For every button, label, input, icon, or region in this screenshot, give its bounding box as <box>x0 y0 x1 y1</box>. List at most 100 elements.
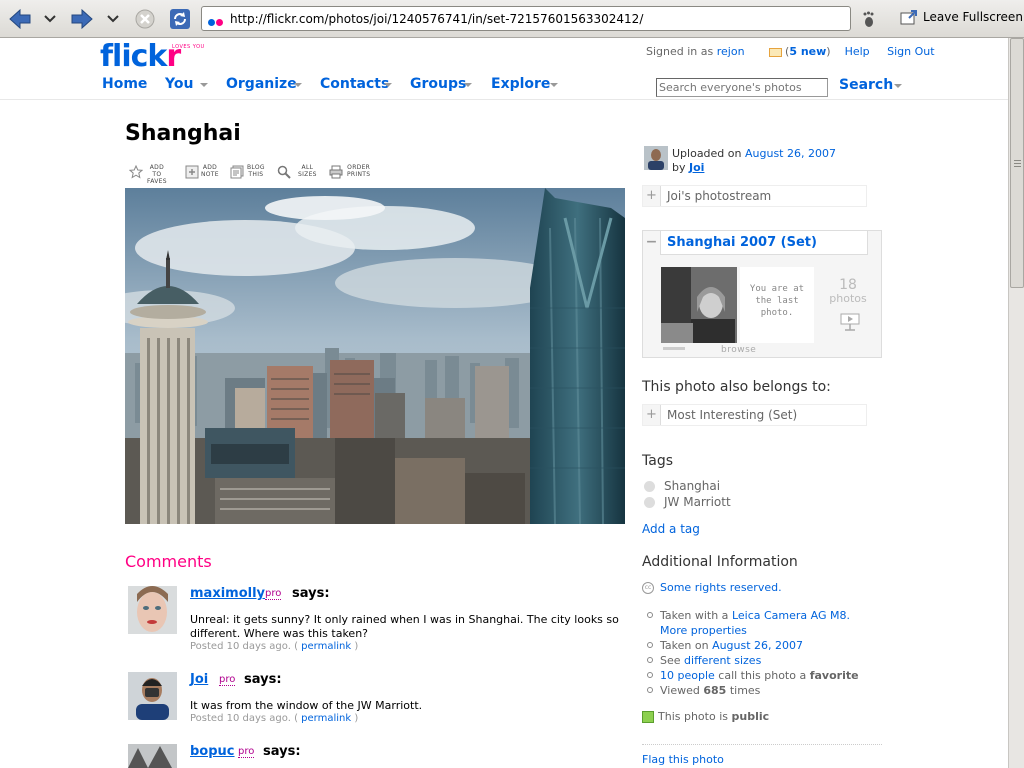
search-input[interactable] <box>656 78 828 97</box>
comment-text-line: different. Where was this taken? <box>190 627 369 640</box>
nav-explore[interactable]: Explore <box>491 76 550 92</box>
flickr-favicon-icon <box>208 15 224 29</box>
search-button[interactable]: Search <box>839 77 893 93</box>
set-context: − Shanghai 2007 (Set) You are at the las… <box>642 230 882 358</box>
browse-link[interactable]: browse <box>721 345 756 355</box>
nav-contacts-dropdown-icon[interactable] <box>384 83 392 87</box>
says-label: says: <box>244 672 282 687</box>
upload-date-link[interactable]: August 26, 2007 <box>745 147 836 160</box>
blog-icon[interactable] <box>230 165 244 179</box>
owner-link[interactable]: Joi <box>689 161 704 174</box>
favorite-people-link[interactable]: 10 people <box>660 669 715 682</box>
url-bar[interactable]: http://flickr.com/photos/joi/1240576741/… <box>201 6 851 31</box>
set-title-link[interactable]: Shanghai 2007 (Set) <box>667 235 817 250</box>
extension-foot-icon[interactable] <box>857 7 881 31</box>
nav-organize[interactable]: Organize <box>226 76 297 92</box>
sign-out-link[interactable]: Sign Out <box>887 45 934 58</box>
star-icon[interactable] <box>129 165 143 179</box>
leave-fullscreen-button[interactable]: Leave Fullscreen <box>923 10 1023 24</box>
nav-organize-dropdown-icon[interactable] <box>294 83 302 87</box>
camera-row: Taken with a Leica Camera AG M8. <box>647 609 850 622</box>
back-history-dropdown-icon[interactable] <box>38 7 62 31</box>
username-link[interactable]: rejon <box>717 45 745 58</box>
scrollbar-thumb[interactable] <box>1010 38 1024 288</box>
tag-item[interactable]: Shanghai <box>644 479 720 493</box>
views-row: Viewed 685 times <box>647 684 760 697</box>
url-text[interactable]: http://flickr.com/photos/joi/1240576741/… <box>230 12 643 26</box>
search-dropdown-icon[interactable] <box>894 84 902 88</box>
taken-on-row: Taken on August 26, 2007 <box>647 639 803 652</box>
account-links: Signed in as rejon (5 new) Help Sign Out <box>646 45 935 58</box>
comment-author-link[interactable]: bopuc <box>190 744 235 759</box>
commenter-avatar[interactable] <box>128 586 177 634</box>
help-link[interactable]: Help <box>845 45 870 58</box>
note-icon[interactable] <box>185 165 199 179</box>
nav-groups-dropdown-icon[interactable] <box>464 83 472 87</box>
sizes-row: See different sizes <box>647 654 761 667</box>
permalink-link[interactable]: permalink <box>301 641 351 652</box>
blog-this-button[interactable]: BLOG THIS <box>247 164 265 178</box>
uploader-avatar[interactable] <box>644 146 668 170</box>
most-interesting-context[interactable]: + Most Interesting (Set) <box>642 404 867 426</box>
printer-icon[interactable] <box>329 165 343 179</box>
all-sizes-button[interactable]: ALL SIZES <box>298 164 317 178</box>
nav-explore-dropdown-icon[interactable] <box>550 83 558 87</box>
reload-icon[interactable] <box>168 7 192 31</box>
nav-you-dropdown-icon[interactable] <box>200 83 208 87</box>
add-to-faves-button[interactable]: ADD TO FAVES <box>147 164 167 185</box>
rights-link[interactable]: Some rights reserved. <box>660 581 782 594</box>
different-sizes-link[interactable]: different sizes <box>684 654 761 667</box>
leave-fullscreen-icon[interactable] <box>900 9 918 28</box>
license-row: cc Some rights reserved. <box>642 581 782 594</box>
tag-globe-icon <box>644 497 655 508</box>
nav-you[interactable]: You <box>165 76 193 92</box>
new-messages-link[interactable]: 5 new <box>789 45 826 58</box>
pro-badge[interactable]: pro <box>238 746 255 758</box>
stop-icon[interactable] <box>133 7 157 31</box>
expand-plus-icon[interactable]: + <box>643 186 661 206</box>
flag-photo-link[interactable]: Flag this photo <box>642 753 724 766</box>
previous-arrow-icon[interactable] <box>663 347 685 350</box>
pro-badge[interactable]: pro <box>219 674 236 686</box>
forward-history-dropdown-icon[interactable] <box>101 7 125 31</box>
comment-author-link[interactable]: maximolly <box>190 586 265 601</box>
back-arrow-icon[interactable] <box>8 7 32 31</box>
more-properties-link[interactable]: More properties <box>660 624 747 637</box>
says-label: says: <box>292 586 330 601</box>
slideshow-icon[interactable] <box>840 313 860 331</box>
comment-author-link[interactable]: Joi <box>190 672 208 687</box>
set-photo-count[interactable]: 18 photos <box>825 278 871 305</box>
creative-commons-icon[interactable]: cc <box>642 582 654 594</box>
nav-home[interactable]: Home <box>102 76 147 92</box>
flickr-logo[interactable]: flickr <box>100 40 181 74</box>
mail-icon[interactable] <box>769 47 783 57</box>
camera-link[interactable]: Leica Camera AG M8. <box>732 609 850 622</box>
taken-date-link[interactable]: August 26, 2007 <box>712 639 803 652</box>
forward-arrow-icon[interactable] <box>70 7 94 31</box>
photo-title: Shanghai <box>125 121 241 146</box>
browser-toolbar: http://flickr.com/photos/joi/1240576741/… <box>0 0 1024 38</box>
photostream-link[interactable]: Joi's photostream <box>667 189 771 203</box>
previous-photo-thumbnail[interactable] <box>661 267 737 343</box>
commenter-avatar[interactable] <box>128 672 177 720</box>
vertical-scrollbar[interactable] <box>1008 38 1024 768</box>
nav-groups[interactable]: Groups <box>410 76 466 92</box>
pro-badge[interactable]: pro <box>265 588 282 600</box>
uploaded-on-line: Uploaded on August 26, 2007 <box>672 147 836 160</box>
magnifier-icon[interactable] <box>277 165 291 179</box>
nav-contacts[interactable]: Contacts <box>320 76 389 92</box>
collapse-minus-icon[interactable]: − <box>643 231 661 255</box>
permalink-link[interactable]: permalink <box>301 713 351 724</box>
main-photo[interactable] <box>125 188 625 524</box>
tag-globe-icon <box>644 481 655 492</box>
set-header[interactable]: − Shanghai 2007 (Set) <box>643 231 868 255</box>
photostream-context[interactable]: + Joi's photostream <box>642 185 867 207</box>
add-note-button[interactable]: ADD NOTE <box>201 164 219 178</box>
add-tag-link[interactable]: Add a tag <box>642 522 700 536</box>
commenter-avatar[interactable] <box>128 744 177 768</box>
tag-item[interactable]: JW Marriott <box>644 495 731 509</box>
header-divider <box>0 99 1008 100</box>
expand-plus-icon[interactable]: + <box>643 405 661 425</box>
most-interesting-link[interactable]: Most Interesting (Set) <box>667 408 797 422</box>
order-prints-button[interactable]: ORDER PRINTS <box>347 164 370 178</box>
